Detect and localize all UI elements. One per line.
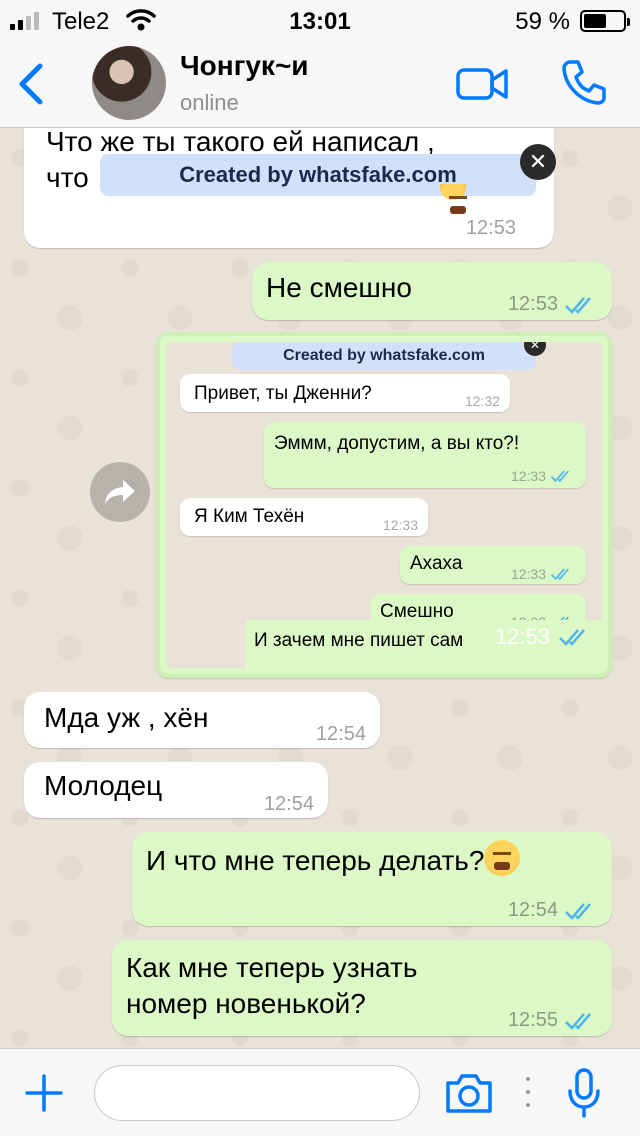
status-bar: Tele2 13:01 59 %	[0, 0, 640, 40]
phone-call-icon[interactable]	[560, 58, 608, 106]
message-input[interactable]	[94, 1065, 420, 1121]
read-ticks-icon	[550, 568, 569, 581]
camera-icon[interactable]	[444, 1071, 494, 1115]
screenshot-message-text: Я Ким Техён	[194, 506, 305, 527]
message-text: Мда уж , хён	[44, 702, 209, 733]
screenshot-message: Я Ким Техён 12:33	[180, 498, 428, 536]
screenshot-message: Привет, ты Дженни? 12:32	[180, 374, 510, 412]
contact-status: online	[180, 90, 239, 115]
screenshot-content: Created by whatsfake.com ✕ Привет, ты Дж…	[166, 342, 602, 668]
microphone-icon[interactable]	[566, 1067, 602, 1119]
video-call-icon[interactable]	[456, 64, 508, 104]
screenshot-message-time: 12:33	[511, 468, 574, 484]
input-bar	[0, 1048, 640, 1136]
chat-area[interactable]: Что же ты такого ей написал , что 12:53 …	[0, 128, 640, 1048]
message-text: Как мне теперь узнать номер новенькой?	[126, 952, 418, 1019]
forward-button[interactable]	[90, 462, 150, 522]
screenshot-watermark: Created by whatsfake.com	[232, 342, 536, 370]
watermark-banner: Created by whatsfake.com	[100, 154, 536, 196]
plus-icon[interactable]	[24, 1073, 64, 1113]
contact-name[interactable]: Чонгук~и	[180, 50, 309, 82]
message-time: 12:53	[508, 293, 598, 316]
read-ticks-icon	[550, 470, 569, 483]
more-dots-icon	[526, 1077, 532, 1107]
read-ticks-icon	[565, 1012, 591, 1030]
contact-avatar[interactable]	[92, 46, 166, 120]
message-outgoing[interactable]: И что мне теперь делать? 12:54	[132, 832, 612, 926]
message-outgoing[interactable]: Не смешно 12:53	[252, 262, 612, 320]
screenshot-message-text: Привет, ты Дженни?	[194, 383, 372, 404]
forwarded-screenshot[interactable]: Created by whatsfake.com ✕ Привет, ты Дж…	[156, 332, 612, 678]
chat-header: Чонгук~и online	[0, 40, 640, 128]
screenshot-message-text: Ахаха	[410, 553, 463, 574]
message-text: И что мне теперь делать?	[146, 840, 521, 879]
read-ticks-icon	[565, 902, 591, 920]
read-ticks-icon	[559, 629, 585, 646]
forward-arrow-icon	[105, 480, 135, 504]
screenshot-message: Ахаха 12:33	[400, 546, 586, 584]
message-time: 12:54	[508, 899, 598, 922]
message-incoming[interactable]: Молодец 12:54	[24, 762, 328, 818]
back-chevron-icon[interactable]	[14, 60, 50, 108]
message-time: 12:53	[465, 217, 516, 239]
message-time: 12:54	[315, 723, 366, 745]
read-ticks-icon	[565, 296, 591, 314]
battery-percent: 59 %	[515, 8, 570, 35]
message-incoming[interactable]: Мда уж , хён 12:54	[24, 692, 380, 748]
watermark-close-icon[interactable]: ✕	[520, 144, 556, 180]
screenshot-message-time: 12:32	[464, 393, 500, 409]
screenshot-message-time: 12:33	[382, 517, 418, 533]
forwarded-caption-time: 12:53	[495, 624, 592, 650]
forwarded-caption-text: И зачем мне пишет сам	[254, 630, 464, 651]
message-time: 12:55	[508, 1009, 598, 1032]
message-outgoing[interactable]: Как мне теперь узнать номер новенькой? 1…	[112, 940, 612, 1036]
battery-icon	[580, 10, 630, 32]
message-time: 12:54	[263, 793, 314, 815]
screenshot-message-text: Эммм, допустим, а вы кто?!	[274, 433, 520, 454]
message-text: Не смешно	[266, 272, 412, 303]
forwarded-caption: И зачем мне пишет сам 12:53	[246, 620, 602, 668]
message-text: Молодец	[44, 770, 163, 801]
screenshot-message-time: 12:33	[511, 566, 574, 582]
emoji-icon	[484, 840, 521, 876]
screenshot-message: Эммм, допустим, а вы кто?! 12:33	[264, 422, 586, 488]
